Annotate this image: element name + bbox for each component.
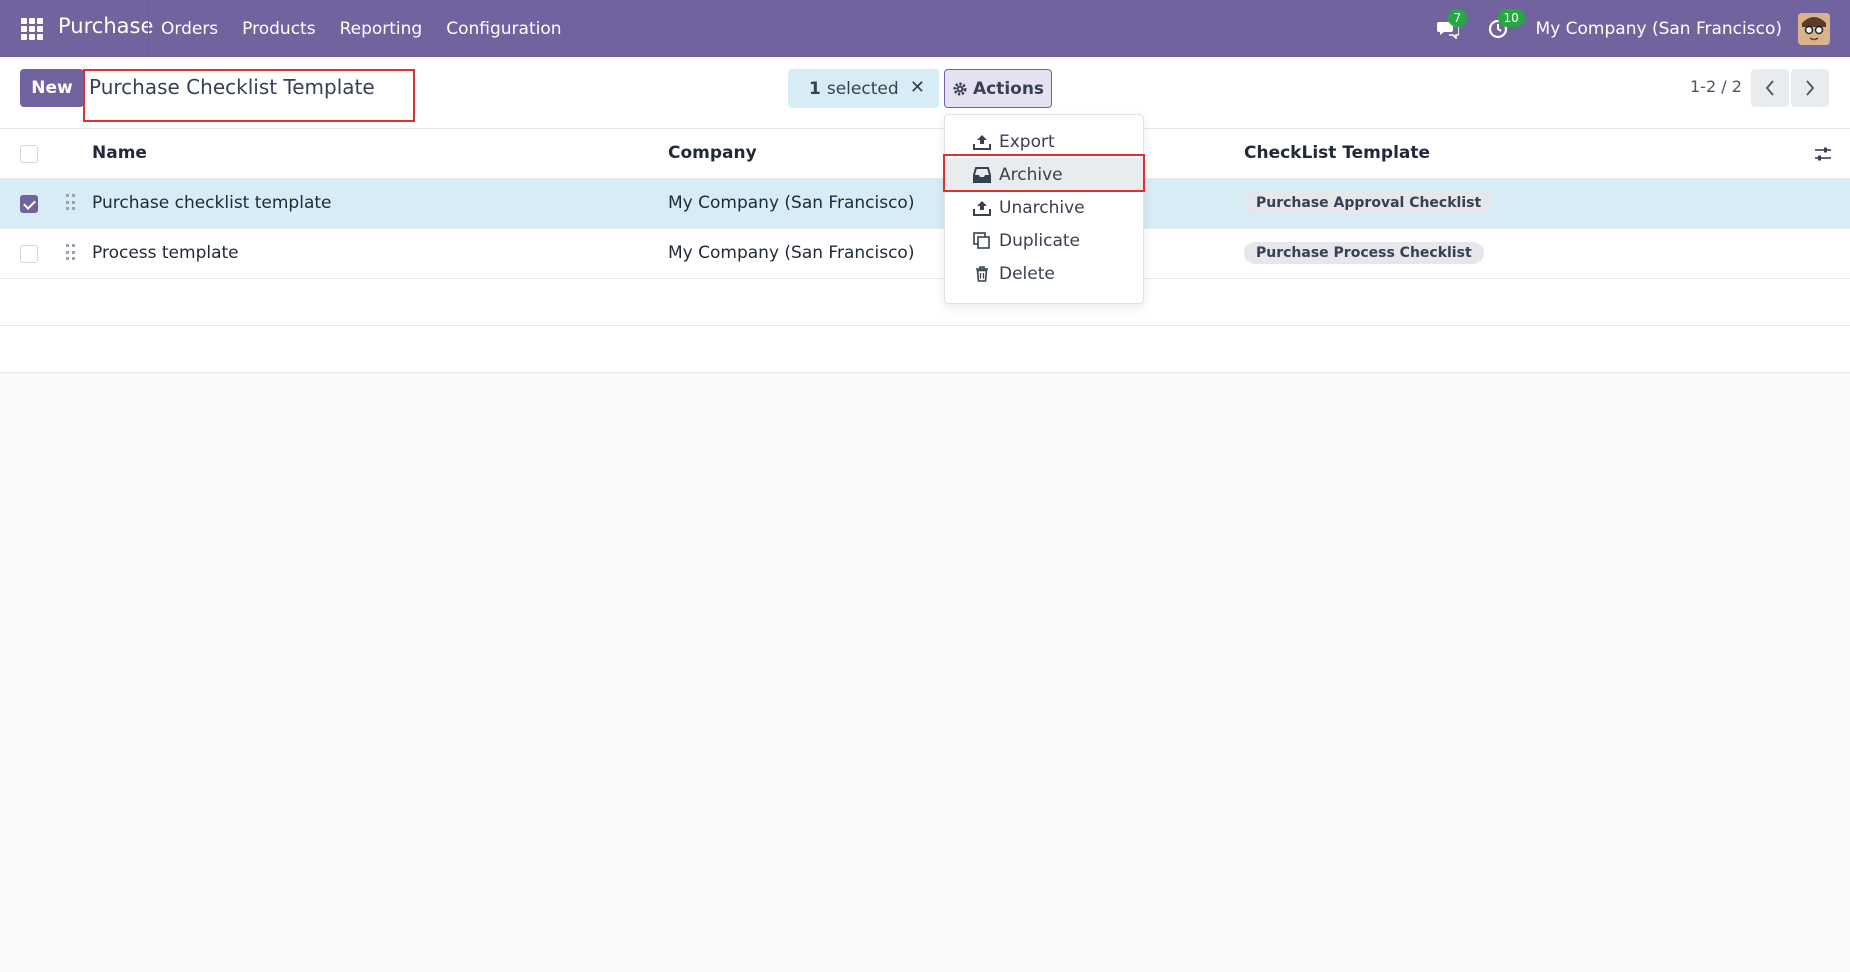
menu-item-label: Archive <box>999 164 1063 185</box>
inbox-icon <box>973 166 991 183</box>
list-table: Name Company CheckList Template Purchase… <box>0 129 1850 373</box>
upload-icon <box>973 134 991 150</box>
table-row[interactable]: Purchase checklist template My Company (… <box>0 179 1850 229</box>
table-header: Name Company CheckList Template <box>0 129 1850 179</box>
menu-item-unarchive[interactable]: Unarchive <box>945 191 1143 224</box>
empty-row <box>0 279 1850 326</box>
chevron-left-icon <box>1765 80 1774 96</box>
empty-row <box>0 326 1850 373</box>
select-all-checkbox[interactable] <box>20 145 38 163</box>
row-company[interactable]: My Company (San Francisco) <box>668 193 914 213</box>
menu-item-label: Export <box>999 131 1055 152</box>
menu-item-label: Duplicate <box>999 230 1080 251</box>
actions-dropdown-menu: Export Archive Unarchive Duplicate Delet… <box>944 114 1144 304</box>
menu-item-archive[interactable]: Archive <box>945 158 1143 191</box>
app-name[interactable]: Purchase <box>58 14 153 38</box>
drag-handle-icon[interactable] <box>66 194 76 212</box>
row-checkbox[interactable] <box>20 245 38 263</box>
pager-previous-button[interactable] <box>1751 69 1789 107</box>
copy-icon <box>973 231 990 249</box>
clear-selection-icon[interactable]: ✕ <box>910 77 925 98</box>
control-panel: New Purchase Checklist Template 1 select… <box>0 57 1850 129</box>
table-row[interactable]: Process template My Company (San Francis… <box>0 229 1850 279</box>
top-navbar: Purchase Orders Products Reporting Confi… <box>0 0 1850 57</box>
activities-button[interactable]: 10 <box>1484 8 1525 43</box>
menu-orders[interactable]: Orders <box>161 19 218 39</box>
checklist-template-tag: Purchase Approval Checklist <box>1244 192 1494 214</box>
selected-count: 1 <box>809 78 821 99</box>
menu-item-export[interactable]: Export <box>945 125 1143 158</box>
avatar-image <box>1798 12 1830 45</box>
company-switcher[interactable]: My Company (San Francisco) <box>1536 19 1782 39</box>
menu-products[interactable]: Products <box>242 19 315 39</box>
chevron-right-icon <box>1806 80 1815 96</box>
new-button[interactable]: New <box>20 69 84 107</box>
column-header-company[interactable]: Company <box>668 143 757 163</box>
unarchive-icon <box>973 200 991 216</box>
selected-label: selected <box>826 78 899 99</box>
actions-label: Actions <box>972 78 1045 99</box>
row-name[interactable]: Purchase checklist template <box>92 193 332 213</box>
gear-icon <box>953 82 967 95</box>
row-checkbox[interactable] <box>20 195 38 213</box>
menu-item-delete[interactable]: Delete <box>945 257 1143 290</box>
user-avatar[interactable] <box>1798 12 1830 45</box>
selection-indicator: 1 selected ✕ <box>788 69 939 108</box>
menu-item-duplicate[interactable]: Duplicate <box>945 224 1143 257</box>
trash-icon <box>976 265 988 282</box>
optional-columns-icon[interactable] <box>1814 146 1832 162</box>
main-menu: Orders Products Reporting Configuration <box>148 0 586 57</box>
drag-handle-icon[interactable] <box>66 244 76 262</box>
column-header-checklist-template[interactable]: CheckList Template <box>1244 143 1430 163</box>
pager-next-button[interactable] <box>1791 69 1829 107</box>
menu-configuration[interactable]: Configuration <box>446 19 561 39</box>
apps-grid-icon[interactable] <box>21 18 43 40</box>
page-title: Purchase Checklist Template <box>89 75 375 99</box>
messages-button[interactable]: 7 <box>1434 8 1468 43</box>
messages-badge: 7 <box>1447 8 1468 27</box>
pager-value[interactable]: 1-2 / 2 <box>1690 77 1742 96</box>
activities-badge: 10 <box>1497 8 1525 27</box>
row-company[interactable]: My Company (San Francisco) <box>668 243 914 263</box>
menu-item-label: Unarchive <box>999 197 1085 218</box>
checklist-template-tag: Purchase Process Checklist <box>1244 242 1484 264</box>
menu-item-label: Delete <box>999 263 1055 284</box>
navbar-systray: 7 10 My Company (San Francisco) <box>1434 0 1850 57</box>
actions-button[interactable]: Actions <box>944 69 1052 108</box>
menu-reporting[interactable]: Reporting <box>340 19 423 39</box>
row-name[interactable]: Process template <box>92 243 239 263</box>
column-header-name[interactable]: Name <box>92 143 147 163</box>
